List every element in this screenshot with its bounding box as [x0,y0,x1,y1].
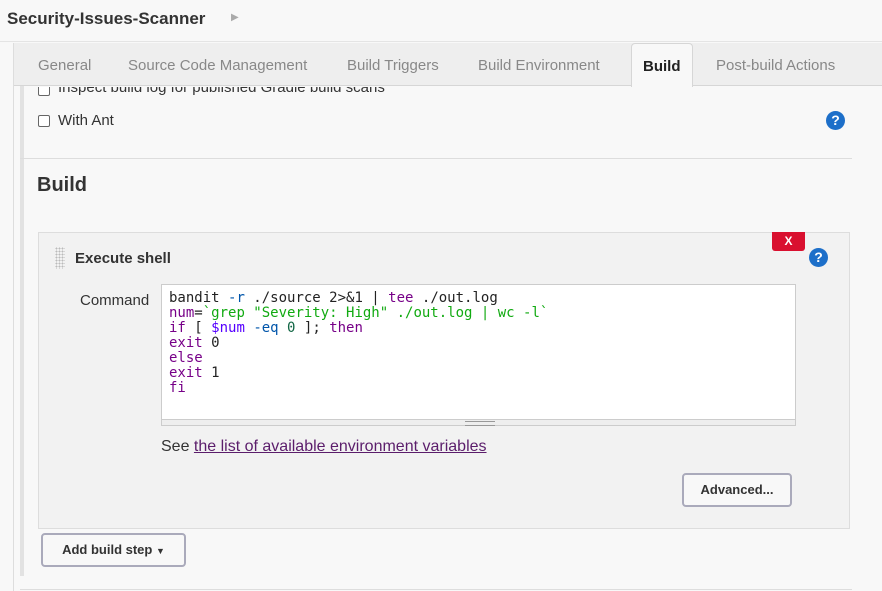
code-token: exit [169,365,203,381]
divider [20,158,852,159]
tab-source-code-management[interactable]: Source Code Management [128,57,307,74]
code-token: ]; [295,320,330,336]
code-token: fi [169,380,186,396]
add-build-step-button[interactable]: Add build step ▼ [41,533,186,567]
code-token: -eq [253,320,279,336]
execute-shell-step: Execute shell X ? Command bandit -r ./so… [38,232,850,529]
code-line: num=`grep "Severity: High" ./out.log | w… [169,306,548,321]
code-token: bandit [169,290,229,306]
command-editor[interactable]: bandit -r ./source 2>&1 | tee ./out.log n… [161,284,796,426]
tab-build[interactable]: Build [631,43,693,87]
with-ant-checkbox[interactable] [38,114,50,127]
with-ant-label: With Ant [58,112,114,129]
tab-build-triggers[interactable]: Build Triggers [347,57,439,74]
breadcrumb-bar: Security-Issues-Scanner ▶ [0,0,882,42]
code-line: else [169,351,548,366]
add-build-step-label: Add build step [62,542,153,557]
code-token: -r [228,290,245,306]
drag-handle-icon[interactable] [55,247,65,269]
tab-bar: General Source Code Management Build Tri… [14,43,882,87]
code-line: if [ $num -eq 0 ]; then [169,321,548,336]
delete-step-button[interactable]: X [772,232,805,251]
code-token: num [169,305,195,321]
help-icon[interactable]: ? [809,248,828,267]
divider [20,589,852,590]
section-indent-bar [20,86,24,576]
code-line: exit 0 [169,336,548,351]
caret-down-icon: ▼ [155,546,165,556]
command-label: Command [80,292,150,309]
code-line: bandit -r ./source 2>&1 | tee ./out.log [169,291,548,306]
code-line: fi [169,381,548,396]
resize-handle[interactable] [162,419,795,426]
code-token: `grep "Severity: High" ./out.log | wc -l… [202,305,549,321]
code-token: = [194,305,203,321]
code-token: [ [185,320,212,336]
job-title[interactable]: Security-Issues-Scanner [7,9,205,29]
chevron-right-icon[interactable]: ▶ [231,12,239,23]
code-token: exit [169,335,203,351]
code-token: 0 [202,335,220,351]
code-token: 1 [202,365,220,381]
step-title: Execute shell [75,250,171,267]
see-prefix: See [161,438,194,455]
env-vars-hint: See the list of available environment va… [161,438,487,456]
code-token: tee [388,290,414,306]
code-line: exit 1 [169,366,548,381]
code-token: $num [211,320,245,336]
code-token: ./out.log [413,290,498,306]
code-token: else [169,350,203,366]
code-token: if [169,320,186,336]
advanced-button[interactable]: Advanced... [682,473,792,507]
help-icon[interactable]: ? [826,111,845,130]
option-ant: With Ant [38,112,114,129]
section-title: Build [37,174,87,196]
tab-post-build-actions[interactable]: Post-build Actions [716,57,835,74]
env-vars-link[interactable]: the list of available environment variab… [194,438,487,455]
code-token: ./source 2>&1 | [244,290,389,306]
command-code[interactable]: bandit -r ./source 2>&1 | tee ./out.log n… [169,291,548,396]
tab-build-environment[interactable]: Build Environment [478,57,600,74]
tab-general[interactable]: General [38,57,91,74]
code-token: then [329,320,363,336]
